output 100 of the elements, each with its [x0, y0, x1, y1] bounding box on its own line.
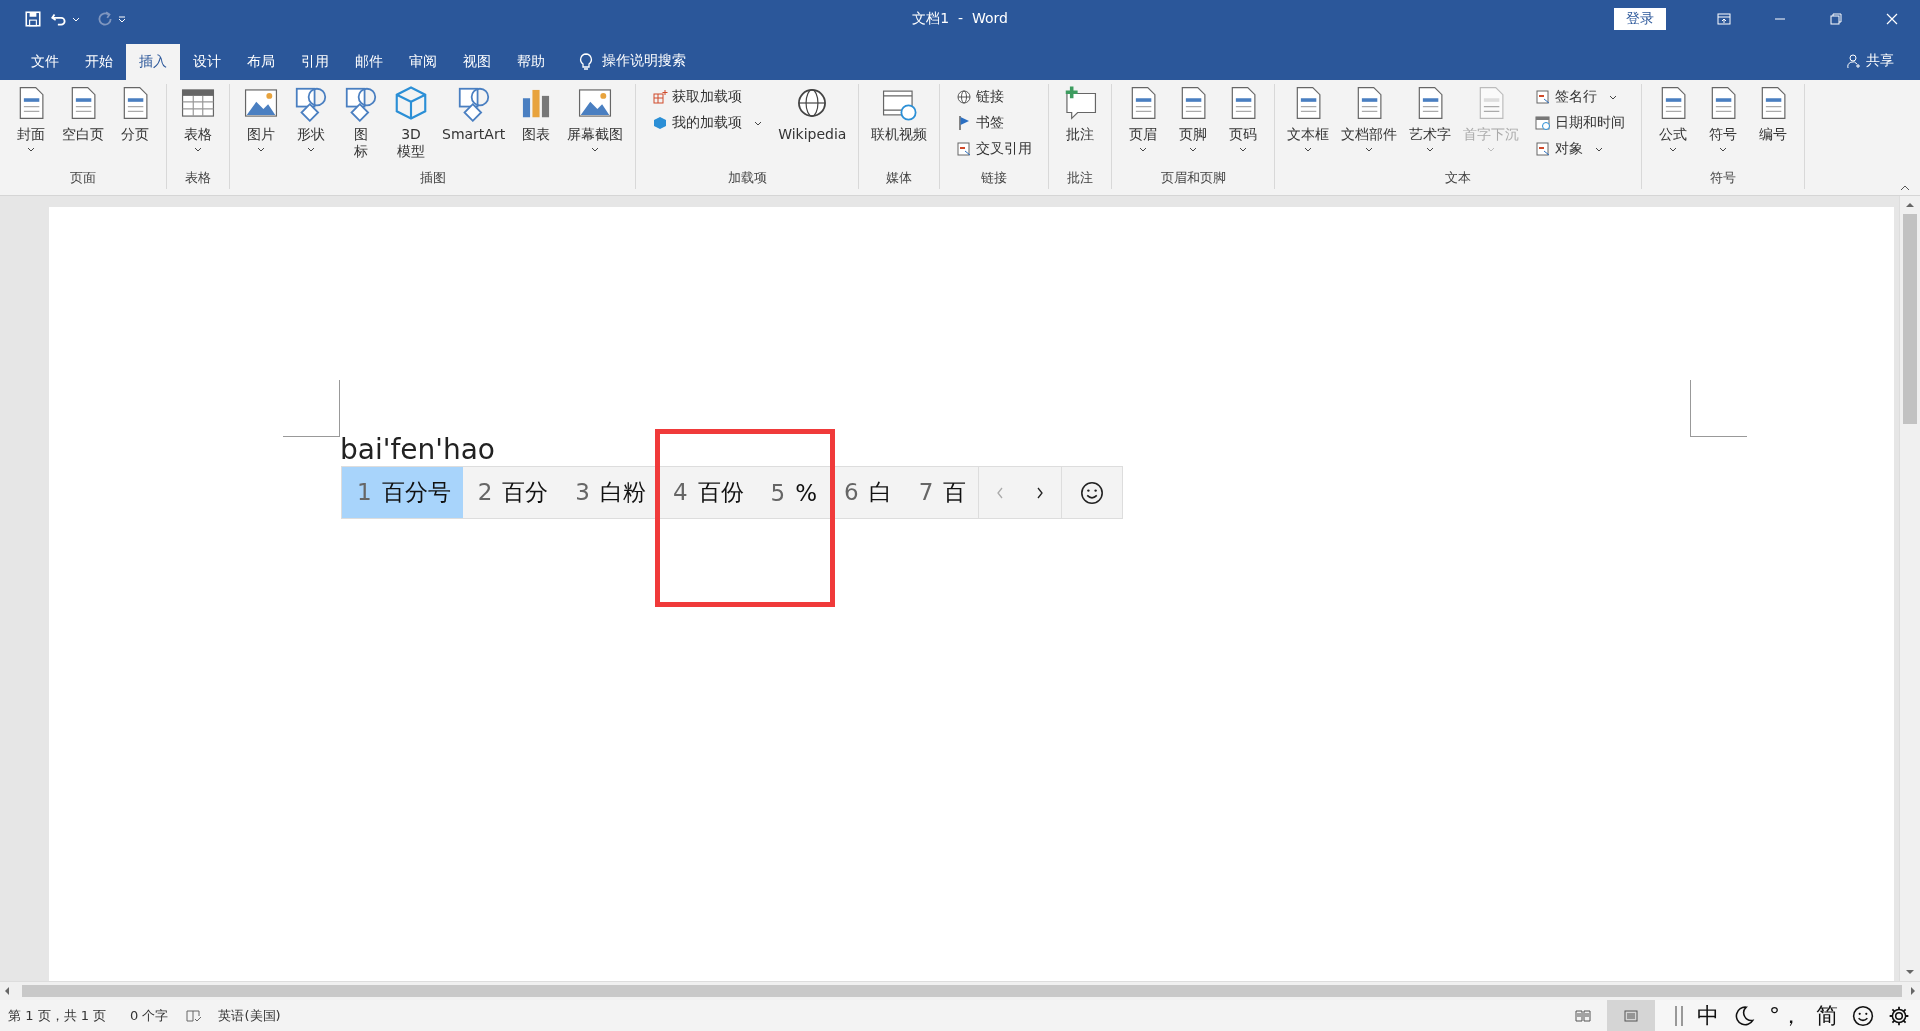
candidate-item[interactable]: 7 百	[903, 467, 979, 518]
candidate-item[interactable]: 6 白	[829, 467, 904, 518]
candidate-item[interactable]: 1 百分号	[342, 467, 463, 518]
group-label: 媒体	[886, 169, 913, 187]
ribbon-button[interactable]: 公式	[1648, 84, 1699, 152]
group-label: 文本	[1445, 169, 1472, 187]
ribbon-tab[interactable]: 插入	[126, 44, 180, 80]
drag-handle[interactable]	[1675, 1005, 1683, 1026]
ribbon-button[interactable]: Wikipedia	[772, 84, 853, 143]
book-check-icon[interactable]	[186, 1008, 203, 1023]
caret-icon	[1719, 147, 1728, 152]
group-label: 页眉和页脚	[1160, 169, 1226, 187]
scroll-left-icon[interactable]	[4, 986, 10, 996]
horizontal-scrollbar[interactable]	[0, 981, 1920, 1000]
ribbon-button[interactable]: 批注	[1055, 84, 1106, 143]
share-button[interactable]: 共享	[1866, 52, 1894, 70]
ribbon-button[interactable]: 页脚	[1168, 84, 1219, 152]
table-icon	[1535, 115, 1552, 131]
ribbon-tab[interactable]: 文件	[18, 44, 72, 80]
group-label: 符号	[1710, 169, 1737, 187]
ribbon-button[interactable]: 分页	[110, 84, 160, 143]
candidate-item[interactable]: 5 %	[755, 467, 830, 518]
caret-icon	[1139, 147, 1148, 152]
ribbon-button[interactable]: 屏幕截图	[561, 84, 630, 152]
restore-icon[interactable]	[1828, 11, 1844, 27]
ribbon-button[interactable]: 图 标	[336, 84, 386, 160]
ribbon-button[interactable]: 交叉引用	[950, 138, 1039, 160]
ribbon-tab[interactable]: 引用	[288, 44, 342, 80]
caret-icon[interactable]	[72, 15, 80, 23]
group-label: 表格	[185, 169, 211, 187]
customize-caret-icon[interactable]	[118, 15, 126, 23]
scroll-thumb[interactable]	[22, 985, 1902, 997]
ribbon-button[interactable]: 我的加载项	[646, 112, 769, 134]
ribbon-button[interactable]: 对象	[1529, 138, 1632, 160]
caret-icon	[1304, 147, 1313, 152]
smiley-icon[interactable]	[1852, 1004, 1874, 1027]
candidate-item[interactable]: 3 白粉	[560, 467, 658, 518]
language-indicator[interactable]: 英语(美国)	[218, 1006, 281, 1025]
caret-icon	[194, 147, 202, 152]
ribbon-button[interactable]: 3D 模型	[386, 84, 436, 160]
ribbon-tab[interactable]: 审阅	[396, 44, 450, 80]
ribbon-button[interactable]: SmartArt	[436, 84, 512, 143]
ribbon-button[interactable]: 文档部件	[1335, 84, 1404, 152]
globe-icon	[956, 89, 973, 105]
ribbon-button[interactable]: 形状	[286, 84, 336, 152]
ribbon-button[interactable]: 图表	[511, 84, 562, 143]
word-count[interactable]: 0 个字	[130, 1006, 169, 1025]
caret-icon	[27, 147, 35, 152]
ribbon-button[interactable]: 表格	[173, 84, 223, 152]
vertical-scrollbar[interactable]	[1899, 196, 1920, 981]
cube-icon	[652, 115, 669, 131]
ribbon-display-icon[interactable]	[1716, 11, 1732, 27]
caret-icon	[1669, 147, 1678, 152]
ribbon-button[interactable]: 获取加载项	[646, 86, 769, 108]
scroll-up-icon[interactable]	[1905, 202, 1915, 208]
ribbon-tab[interactable]: 视图	[450, 44, 504, 80]
ribbon-button[interactable]: 日期和时间	[1529, 112, 1632, 134]
ribbon-button[interactable]: 艺术字	[1403, 84, 1458, 152]
ribbon-tab[interactable]: 布局	[234, 44, 288, 80]
login-button[interactable]: 登录	[1614, 8, 1666, 30]
punctuation-button[interactable]: °，	[1769, 1000, 1802, 1031]
person-icon[interactable]	[1846, 53, 1862, 69]
scroll-right-icon[interactable]	[1910, 986, 1916, 996]
collapse-icon[interactable]	[1900, 185, 1910, 191]
page-icon	[1535, 141, 1552, 157]
lightbulb-icon[interactable]	[578, 52, 594, 72]
ribbon-button[interactable]: 签名行	[1529, 86, 1632, 108]
script-button[interactable]: 简	[1816, 1000, 1838, 1031]
ribbon-button[interactable]: 页眉	[1118, 84, 1169, 152]
ribbon-button[interactable]: 符号	[1698, 84, 1749, 152]
caret-icon	[307, 147, 315, 152]
input-mode-button[interactable]: 中	[1697, 1000, 1719, 1031]
settings-icon[interactable]	[1888, 1004, 1910, 1027]
candidate-item[interactable]: 4 百份	[657, 467, 756, 518]
close-icon[interactable]	[1884, 11, 1900, 27]
ribbon-button[interactable]: 图片	[236, 84, 286, 152]
ribbon-button[interactable]: 书签	[950, 112, 1039, 134]
ribbon-button[interactable]: 文本框	[1281, 84, 1336, 152]
ribbon-button[interactable]: 链接	[950, 86, 1039, 108]
ribbon-tab[interactable]: 开始	[72, 44, 126, 80]
save-icon[interactable]	[24, 10, 42, 28]
caret-icon	[1595, 146, 1604, 152]
ribbon-button[interactable]: 封面	[6, 84, 56, 152]
smiley-icon[interactable]	[1080, 480, 1105, 505]
page-icon	[956, 141, 973, 157]
ribbon-button[interactable]: 编号	[1748, 84, 1799, 143]
ribbon-button[interactable]: 空白页	[56, 84, 110, 143]
window-title: 文档1 - Word	[912, 10, 1008, 28]
page-count[interactable]: 第 1 页，共 1 页	[8, 1006, 107, 1025]
candidate-item[interactable]: 2 百分	[462, 467, 561, 518]
scroll-down-icon[interactable]	[1905, 969, 1915, 975]
ribbon-tab[interactable]: 帮助	[504, 44, 558, 80]
ribbon-button[interactable]: 页码	[1218, 84, 1269, 152]
tell-me-search[interactable]: 操作说明搜索	[602, 52, 686, 70]
ribbon-button[interactable]: 联机视频	[865, 84, 934, 143]
ribbon-tab[interactable]: 邮件	[342, 44, 396, 80]
scroll-thumb[interactable]	[1903, 214, 1917, 424]
ribbon-tab[interactable]: 设计	[180, 44, 234, 80]
moon-icon[interactable]	[1733, 1004, 1755, 1027]
group-label: 加载项	[727, 169, 767, 187]
